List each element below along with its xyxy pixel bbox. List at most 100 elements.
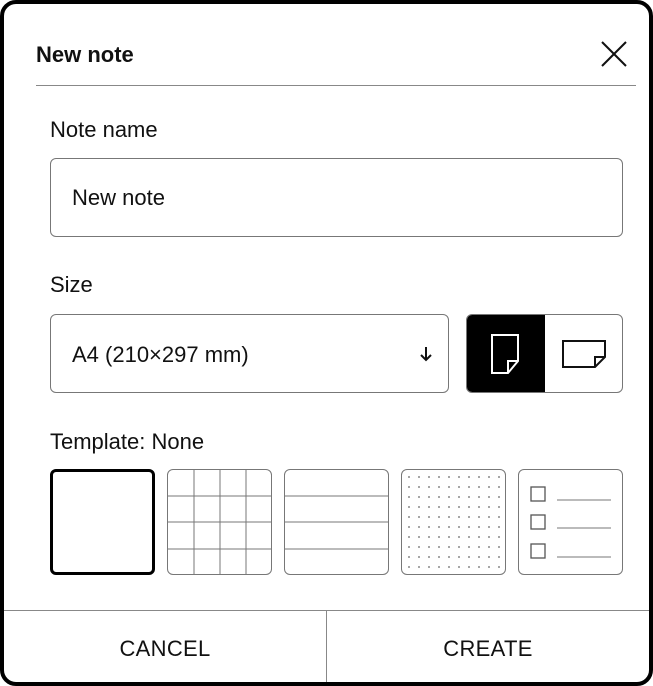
template-lined[interactable] bbox=[284, 469, 389, 575]
dot bbox=[498, 556, 500, 558]
dialog-title: New note bbox=[36, 42, 134, 67]
dot bbox=[428, 526, 430, 528]
dot bbox=[438, 546, 440, 548]
dialog-header: New note bbox=[36, 26, 636, 86]
blank-template-icon bbox=[53, 472, 155, 575]
dot bbox=[438, 536, 440, 538]
dot bbox=[498, 536, 500, 538]
dot bbox=[408, 496, 410, 498]
dot bbox=[498, 476, 500, 478]
dot bbox=[448, 566, 450, 568]
dot bbox=[488, 476, 490, 478]
dot bbox=[418, 566, 420, 568]
dot bbox=[448, 526, 450, 528]
dot bbox=[488, 566, 490, 568]
dot bbox=[408, 486, 410, 488]
dot bbox=[458, 556, 460, 558]
dot bbox=[468, 496, 470, 498]
dot bbox=[408, 536, 410, 538]
dot bbox=[408, 566, 410, 568]
dot bbox=[458, 546, 460, 548]
dot bbox=[458, 536, 460, 538]
dot bbox=[428, 476, 430, 478]
dot bbox=[478, 506, 480, 508]
size-label: Size bbox=[50, 272, 93, 297]
dot bbox=[438, 476, 440, 478]
dot bbox=[488, 526, 490, 528]
dot bbox=[498, 496, 500, 498]
dot bbox=[428, 566, 430, 568]
dot bbox=[478, 536, 480, 538]
dot bbox=[498, 486, 500, 488]
dot bbox=[458, 526, 460, 528]
dot bbox=[468, 526, 470, 528]
dot bbox=[438, 566, 440, 568]
dot bbox=[428, 536, 430, 538]
dot bbox=[418, 546, 420, 548]
landscape-page-icon bbox=[561, 340, 606, 368]
dot bbox=[468, 486, 470, 488]
orientation-landscape-button[interactable] bbox=[545, 315, 623, 392]
create-button[interactable]: CREATE bbox=[327, 611, 649, 682]
dot bbox=[478, 556, 480, 558]
dot bbox=[448, 476, 450, 478]
dot bbox=[488, 496, 490, 498]
size-dropdown-value: A4 (210×297 mm) bbox=[72, 342, 249, 367]
dot bbox=[408, 516, 410, 518]
dot bbox=[468, 556, 470, 558]
dot bbox=[498, 526, 500, 528]
dot bbox=[418, 476, 420, 478]
dot bbox=[478, 516, 480, 518]
dot bbox=[438, 486, 440, 488]
new-note-dialog: New note Note name New note Size A4 (210… bbox=[0, 0, 653, 686]
dot bbox=[498, 566, 500, 568]
dot bbox=[458, 486, 460, 488]
dot bbox=[418, 526, 420, 528]
dot bbox=[448, 496, 450, 498]
dot bbox=[468, 516, 470, 518]
cancel-button[interactable]: CANCEL bbox=[4, 611, 327, 682]
dot bbox=[478, 496, 480, 498]
dot bbox=[438, 496, 440, 498]
note-name-input[interactable]: New note bbox=[50, 158, 623, 237]
dot bbox=[408, 526, 410, 528]
template-blank[interactable] bbox=[50, 469, 155, 575]
dot bbox=[478, 486, 480, 488]
dot bbox=[408, 506, 410, 508]
dot bbox=[418, 536, 420, 538]
template-label: Template: None bbox=[50, 429, 205, 454]
dot bbox=[488, 536, 490, 538]
dot bbox=[468, 566, 470, 568]
template-checklist[interactable] bbox=[518, 469, 623, 575]
dot bbox=[488, 486, 490, 488]
dot bbox=[428, 496, 430, 498]
arrow-down-icon bbox=[418, 343, 434, 365]
dot bbox=[438, 526, 440, 528]
dot bbox=[468, 546, 470, 548]
dot bbox=[478, 546, 480, 548]
orientation-portrait-button[interactable] bbox=[467, 315, 545, 392]
dot bbox=[458, 496, 460, 498]
dot bbox=[458, 476, 460, 478]
dot bbox=[418, 556, 420, 558]
dot bbox=[408, 556, 410, 558]
template-grid[interactable] bbox=[167, 469, 272, 575]
close-icon[interactable] bbox=[598, 38, 630, 70]
dot bbox=[428, 556, 430, 558]
template-picker bbox=[50, 469, 623, 575]
dot bbox=[478, 566, 480, 568]
size-dropdown[interactable]: A4 (210×297 mm) bbox=[50, 314, 449, 393]
template-dotted[interactable] bbox=[401, 469, 506, 575]
dot bbox=[418, 506, 420, 508]
dot bbox=[428, 516, 430, 518]
dot bbox=[438, 506, 440, 508]
dot bbox=[488, 556, 490, 558]
dot bbox=[448, 506, 450, 508]
dot bbox=[498, 506, 500, 508]
dot bbox=[428, 546, 430, 548]
dot bbox=[448, 486, 450, 488]
dot bbox=[418, 516, 420, 518]
dot bbox=[448, 546, 450, 548]
dot bbox=[408, 546, 410, 548]
note-name-label: Note name bbox=[50, 117, 158, 142]
